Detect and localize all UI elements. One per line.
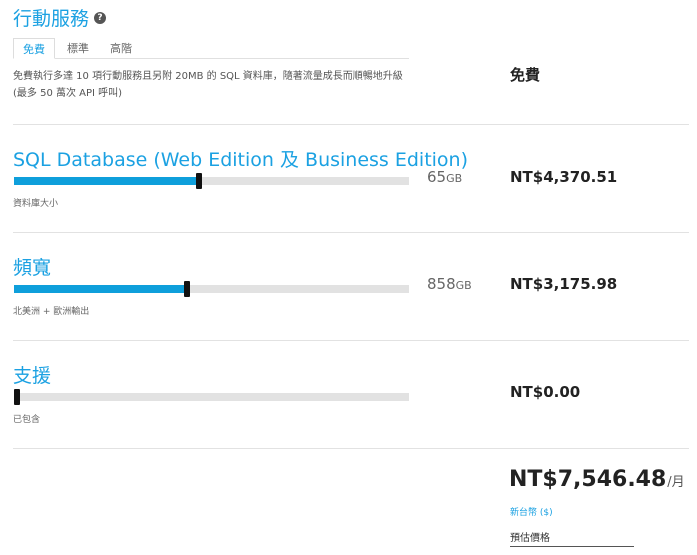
slider-handle[interactable] [196, 173, 202, 189]
slider-handle[interactable] [14, 389, 20, 405]
tab-premium[interactable]: 高階 [101, 38, 141, 57]
base-price: 免費 [510, 66, 541, 84]
support-price: NT$0.00 [510, 383, 581, 401]
tier-tabs: 免費 標準 高階 [13, 38, 409, 59]
page-title-text: 行動服務 [13, 8, 90, 30]
total-period: /月 [667, 475, 685, 490]
support-caption: 已包含 [13, 415, 41, 425]
bandwidth-value: 858GB [427, 275, 472, 293]
sql-value-number: 65 [427, 168, 447, 186]
divider [13, 232, 689, 233]
tab-standard[interactable]: 標準 [58, 38, 98, 57]
estimate-underline [510, 546, 634, 547]
bandwidth-slider[interactable] [14, 281, 409, 297]
slider-fill [14, 285, 184, 293]
slider-fill [14, 177, 196, 185]
bandwidth-value-number: 858 [427, 275, 456, 293]
support-slider[interactable] [14, 389, 409, 405]
sql-database-value: 65GB [427, 168, 462, 186]
page-title: 行動服務? [13, 4, 107, 31]
divider [13, 340, 689, 341]
currency-link[interactable]: 新台幣 ($) [510, 505, 553, 518]
divider [13, 448, 689, 449]
total-amount: NT$7,546.48 [509, 467, 667, 492]
sql-value-unit: GB [446, 172, 463, 185]
bandwidth-price: NT$3,175.98 [510, 275, 618, 293]
slider-handle[interactable] [184, 281, 190, 297]
tier-description: 免費執行多達 10 項行動服務且另附 20MB 的 SQL 資料庫，隨著流量成長… [13, 71, 403, 99]
sql-database-caption: 資料庫大小 [13, 199, 59, 209]
bandwidth-caption: 北美洲 + 歐洲輸出 [13, 307, 90, 317]
bandwidth-value-unit: GB [455, 279, 472, 292]
total-price: NT$7,546.48/月 [509, 467, 685, 492]
bandwidth-title: 頻寬 [13, 257, 52, 279]
sql-database-slider[interactable] [14, 173, 409, 189]
sql-database-title: SQL Database (Web Edition 及 Business Edi… [13, 149, 469, 171]
sql-database-price: NT$4,370.51 [510, 168, 618, 186]
divider [13, 124, 689, 125]
estimate-label: 預估價格 [510, 533, 550, 544]
tab-free[interactable]: 免費 [13, 38, 55, 59]
help-icon[interactable]: ? [94, 11, 107, 24]
support-title: 支援 [13, 365, 52, 387]
